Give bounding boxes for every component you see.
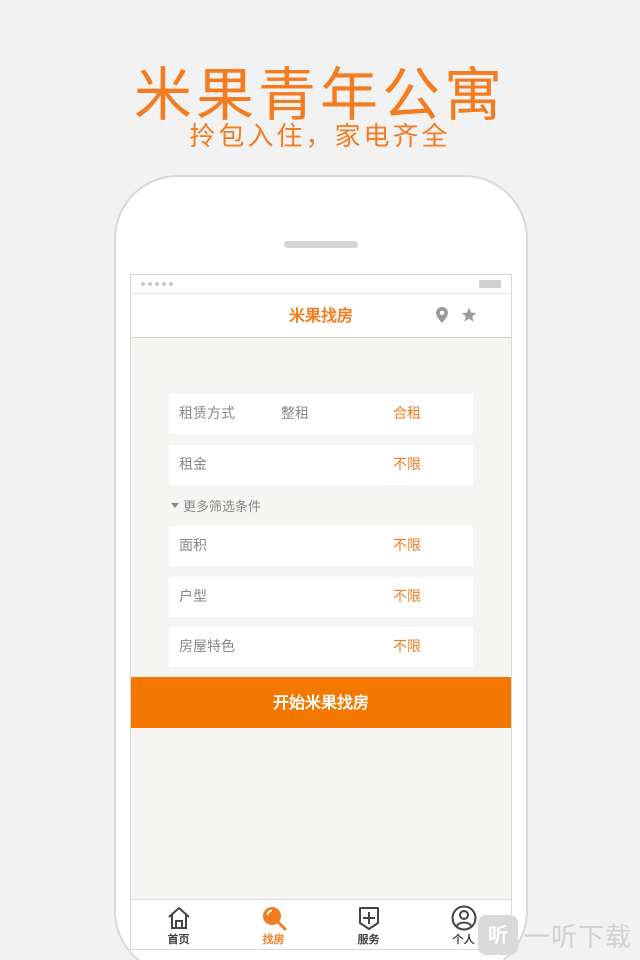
start-search-button[interactable]: 开始米果找房 bbox=[131, 677, 511, 728]
watermark-text: 一听下载 bbox=[524, 922, 633, 953]
tab-home[interactable]: 首页 bbox=[131, 900, 226, 949]
more-filters-toggle[interactable]: 更多筛选条件 bbox=[171, 495, 261, 515]
rent-label: 租金 bbox=[179, 457, 207, 473]
filter-features[interactable]: 房屋特色 不限 bbox=[169, 627, 473, 667]
rent-type-option-shared[interactable]: 合租 bbox=[393, 394, 421, 434]
app-screen: 米果找房 租赁方式 整租 合租 租金 不限 更多筛选条件 面积 不限 户型 不限 bbox=[130, 274, 512, 950]
location-pin-icon[interactable] bbox=[436, 307, 448, 327]
tab-home-label: 首页 bbox=[167, 933, 190, 946]
nav-title: 米果找房 bbox=[288, 306, 353, 325]
area-value[interactable]: 不限 bbox=[393, 526, 421, 566]
tab-service[interactable]: 服务 bbox=[321, 900, 416, 949]
caret-down-icon bbox=[171, 502, 179, 508]
area-label: 面积 bbox=[179, 538, 207, 554]
rent-value[interactable]: 不限 bbox=[393, 445, 421, 485]
signal-icon bbox=[141, 282, 173, 286]
watermark: 听 一听下载 bbox=[478, 915, 632, 955]
rent-type-label: 租赁方式 bbox=[179, 406, 235, 422]
nav-bar: 米果找房 bbox=[131, 294, 511, 338]
filter-layout[interactable]: 户型 不限 bbox=[169, 577, 473, 617]
rent-type-option-whole[interactable]: 整租 bbox=[281, 394, 309, 434]
tab-search-label: 找房 bbox=[262, 933, 285, 946]
phone-speaker bbox=[284, 241, 358, 248]
tab-bar: 首页 找房 服务 个人 bbox=[131, 899, 511, 949]
layout-value[interactable]: 不限 bbox=[393, 577, 421, 617]
tab-service-label: 服务 bbox=[357, 933, 380, 946]
layout-label: 户型 bbox=[179, 589, 207, 605]
status-bar bbox=[131, 275, 511, 294]
features-label: 房屋特色 bbox=[179, 639, 235, 655]
battery-icon bbox=[479, 280, 501, 288]
filter-area[interactable]: 面积 不限 bbox=[169, 526, 473, 566]
more-filters-label: 更多筛选条件 bbox=[183, 499, 262, 515]
star-icon[interactable] bbox=[461, 307, 477, 327]
filter-rent[interactable]: 租金 不限 bbox=[169, 445, 473, 485]
tab-search[interactable]: 找房 bbox=[226, 900, 321, 949]
hero-subtitle: 拎包入住，家电齐全 bbox=[189, 122, 451, 152]
watermark-logo: 听 bbox=[478, 915, 518, 955]
features-value[interactable]: 不限 bbox=[393, 627, 421, 667]
filter-rent-type: 租赁方式 整租 合租 bbox=[169, 394, 473, 434]
